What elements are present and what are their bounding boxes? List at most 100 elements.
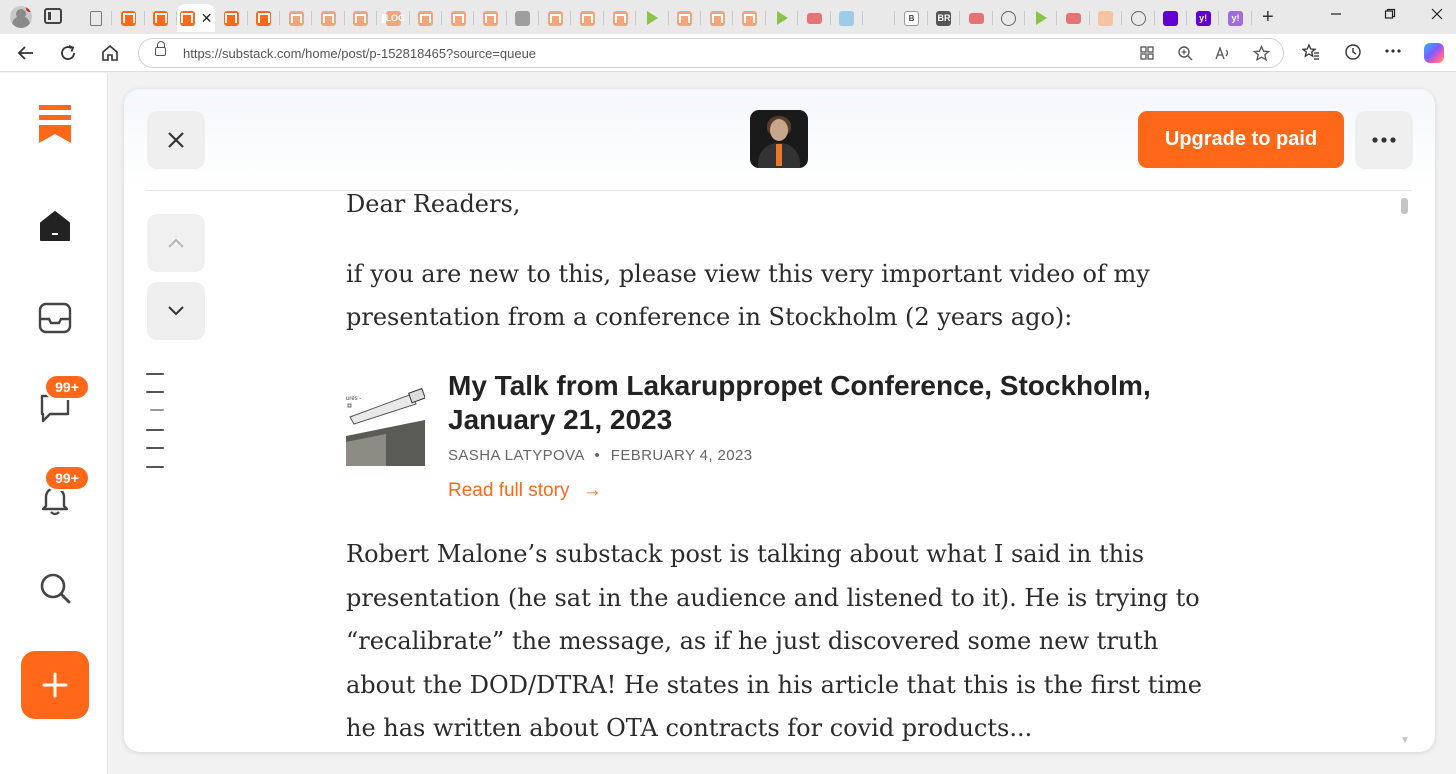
browser-tab[interactable] (112, 4, 146, 32)
embedded-post-card[interactable]: ures - My Talk from Lakaruppropet Confer… (346, 369, 1206, 504)
close-window-icon[interactable] (1431, 7, 1443, 23)
browser-tab[interactable] (442, 4, 475, 32)
browser-tab[interactable]: BR (928, 4, 961, 32)
browser-tab[interactable] (960, 4, 993, 32)
tab-favicon-icon: y! (1195, 10, 1211, 26)
scroll-down-arrow-icon[interactable]: ▼ (1400, 735, 1410, 746)
refresh-button[interactable] (56, 41, 80, 65)
tab-favicon-icon (418, 10, 434, 26)
browser-tab[interactable] (1090, 4, 1123, 32)
toc-line[interactable] (146, 447, 164, 449)
browser-tab[interactable] (248, 4, 281, 32)
browser-tab[interactable] (636, 4, 670, 32)
tab-favicon-icon (1035, 11, 1047, 25)
inbox-nav-icon[interactable] (30, 293, 80, 343)
browser-tab[interactable] (312, 4, 346, 32)
upgrade-to-paid-button[interactable]: Upgrade to paid (1138, 111, 1344, 168)
read-full-story-link[interactable]: Read full story → (448, 480, 602, 502)
toc-line[interactable] (150, 409, 164, 411)
post-options-button[interactable] (1355, 111, 1413, 169)
browser-tab[interactable] (410, 4, 443, 32)
minimize-icon[interactable] (1330, 7, 1342, 23)
zoom-icon[interactable] (1177, 45, 1193, 64)
lock-icon[interactable] (155, 41, 166, 56)
scrollbar-thumb[interactable] (1401, 198, 1408, 214)
browser-tab[interactable] (831, 4, 864, 32)
toc-line[interactable] (146, 373, 164, 375)
tab-favicon-icon: BR (936, 10, 952, 26)
browser-tab[interactable] (669, 4, 702, 32)
restore-icon[interactable] (1384, 7, 1396, 23)
toc-line[interactable] (146, 391, 164, 393)
browser-tab[interactable] (145, 4, 178, 32)
browser-tab[interactable]: y! (1187, 4, 1220, 32)
browser-tab[interactable] (1025, 4, 1058, 32)
substack-sidebar: 99+ 99+ (0, 73, 108, 774)
browser-tab[interactable] (215, 4, 248, 32)
avatar-face (770, 119, 788, 141)
browser-tab[interactable] (798, 4, 831, 32)
plus-icon (42, 672, 68, 698)
tab-favicon-icon (709, 10, 725, 26)
tab-close-icon[interactable]: ✕ (201, 10, 213, 27)
chevron-up-icon (168, 238, 184, 248)
browser-tab[interactable] (280, 4, 313, 32)
browser-tab[interactable] (733, 4, 767, 32)
browser-tab[interactable] (766, 4, 799, 32)
address-bar[interactable]: https://substack.com/home/post/p-1528184… (138, 38, 1284, 68)
substack-logo-icon[interactable] (30, 99, 80, 149)
browser-tab[interactable] (863, 4, 896, 32)
url-text[interactable]: https://substack.com/home/post/p-1528184… (183, 46, 536, 61)
browser-tab[interactable] (1057, 4, 1091, 32)
browser-tab[interactable] (474, 4, 508, 32)
tab-favicon-icon: B (904, 10, 920, 26)
tab-favicon-icon (1130, 10, 1146, 26)
copilot-icon[interactable] (1424, 43, 1444, 63)
browser-tab[interactable] (571, 4, 605, 32)
messages-badge: 99+ (44, 374, 90, 400)
browser-tab[interactable] (993, 4, 1026, 32)
browser-tab[interactable] (507, 4, 540, 32)
more-menu-icon[interactable] (1384, 42, 1402, 65)
browser-tab[interactable] (1122, 4, 1155, 32)
embed-author[interactable]: SASHA LATYPOVA (448, 447, 584, 464)
browser-tab[interactable] (539, 4, 572, 32)
toc-line[interactable] (146, 429, 164, 431)
tab-active[interactable]: ✕ (177, 4, 216, 32)
next-post-button[interactable] (147, 282, 205, 340)
toc-line[interactable] (146, 466, 164, 468)
history-icon[interactable] (1344, 43, 1362, 66)
embed-title[interactable]: My Talk from Lakaruppropet Conference, S… (448, 369, 1208, 437)
browser-tab[interactable]: B (895, 4, 929, 32)
read-aloud-icon[interactable] (1215, 45, 1231, 64)
browser-tab[interactable]: LOG (377, 4, 410, 32)
browser-tab[interactable]: y! (1219, 4, 1253, 32)
tab-favicon-icon (742, 10, 758, 26)
search-nav-icon[interactable] (30, 563, 80, 613)
back-button[interactable] (14, 41, 38, 65)
tab-favicon-icon (321, 10, 337, 26)
favorites-icon[interactable] (1301, 43, 1320, 66)
read-full-story-label: Read full story (448, 480, 570, 501)
tab-favicon-icon (482, 10, 498, 26)
body-paragraph: Robert Malone’s substack post is talking… (346, 540, 1202, 742)
favorite-star-icon[interactable] (1252, 44, 1271, 65)
browser-tab[interactable] (1155, 4, 1188, 32)
profile-avatar-icon[interactable] (10, 6, 32, 28)
embed-thumbnail[interactable]: ures - (346, 386, 425, 466)
browser-tab[interactable] (80, 4, 113, 32)
browser-tab[interactable] (345, 4, 378, 32)
compose-button[interactable] (21, 651, 89, 719)
browser-tab[interactable] (701, 4, 734, 32)
close-reader-button[interactable] (147, 111, 205, 169)
new-tab-button[interactable]: + (1262, 6, 1274, 29)
previous-post-button[interactable] (147, 214, 205, 272)
tab-actions-icon[interactable] (44, 8, 62, 24)
browser-tab[interactable] (604, 4, 637, 32)
tab-favicon-icon: y! (1227, 10, 1243, 26)
home-nav-icon[interactable] (30, 201, 80, 251)
app-available-icon[interactable] (1139, 45, 1155, 64)
author-avatar[interactable] (750, 110, 808, 168)
home-button[interactable] (98, 41, 122, 65)
tab-favicon-icon (153, 10, 169, 26)
